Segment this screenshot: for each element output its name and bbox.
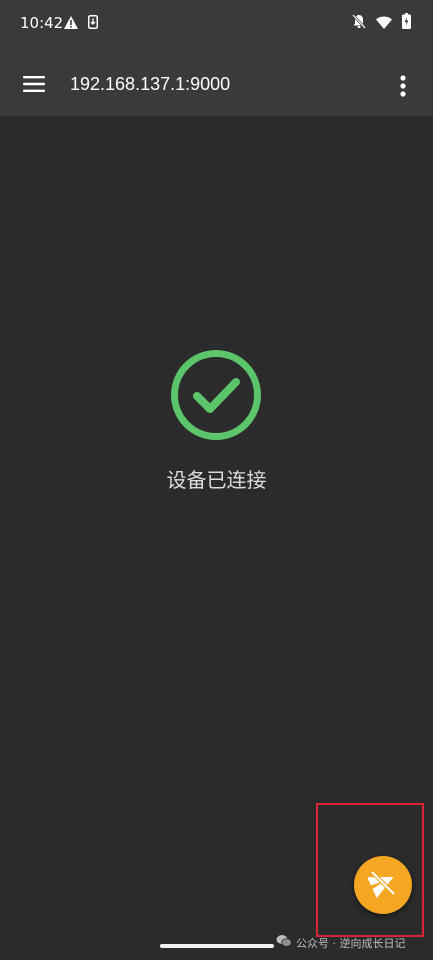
app-toolbar: 192.168.137.1:9000 <box>0 48 433 116</box>
status-bar: 10:42 <box>0 0 433 48</box>
wifi-icon <box>376 14 392 33</box>
warning-icon <box>64 14 78 33</box>
wechat-icon <box>276 934 292 951</box>
watermark-text: 公众号 · 逆向成长日记 <box>296 936 406 950</box>
status-right-icons <box>352 13 411 33</box>
connection-status-text: 设备已连接 <box>166 468 267 492</box>
more-vertical-icon[interactable] <box>393 72 413 100</box>
hamburger-menu-icon[interactable] <box>18 68 50 100</box>
disconnect-fab-button[interactable] <box>354 856 412 914</box>
notifications-off-icon <box>352 13 366 33</box>
screen-record-icon <box>88 14 98 33</box>
watermark: 公众号 · 逆向成长日记 <box>276 934 406 951</box>
navigation-handle[interactable] <box>160 944 274 948</box>
send-off-icon <box>367 868 398 902</box>
page-title: 192.168.137.1:9000 <box>70 74 231 94</box>
check-circle-icon <box>170 349 262 441</box>
status-time: 10:42 <box>20 14 64 32</box>
status-left-icons <box>64 14 98 33</box>
battery-charging-icon <box>402 13 411 33</box>
